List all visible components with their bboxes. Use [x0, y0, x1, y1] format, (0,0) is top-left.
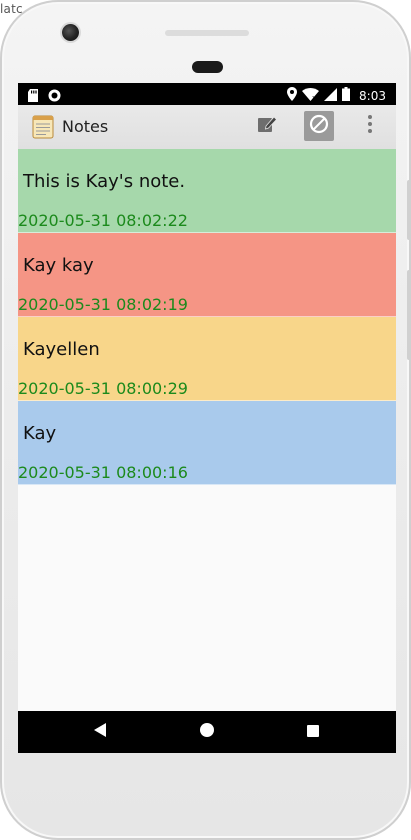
- recents-button[interactable]: [303, 722, 323, 742]
- search-icon: [308, 113, 330, 139]
- location-icon: [287, 86, 298, 105]
- note-date: 2020-05-31 08:02:22: [18, 211, 188, 230]
- search-button[interactable]: [304, 111, 334, 141]
- signal-icon: [324, 86, 338, 105]
- navigation-bar: [18, 711, 396, 753]
- earpiece: [165, 30, 249, 36]
- status-bar: x 8:03: [18, 83, 396, 105]
- app-title: Notes: [62, 117, 109, 136]
- note-date: 2020-05-31 08:00:29: [18, 379, 188, 398]
- note-item[interactable]: This is Kay's note. 2020-05-31 08:02:22: [18, 149, 396, 233]
- action-bar: Notes: [18, 105, 396, 150]
- phone-frame: x 8:03 Notes This is Kay's note. 2020-05…: [0, 0, 411, 840]
- volume-button: [407, 270, 411, 360]
- note-item[interactable]: Kayellen 2020-05-31 08:00:29: [18, 317, 396, 401]
- sd-card-icon: [28, 87, 38, 106]
- front-camera: [62, 24, 79, 41]
- notes-app-icon: [32, 115, 54, 139]
- note-date: 2020-05-31 08:02:19: [18, 295, 188, 314]
- new-note-icon: [257, 115, 278, 137]
- back-icon: [92, 722, 108, 742]
- device-screen: x 8:03 Notes This is Kay's note. 2020-05…: [18, 83, 396, 753]
- note-item[interactable]: Kay kay 2020-05-31 08:02:19: [18, 233, 396, 317]
- battery-icon: [342, 86, 351, 105]
- overflow-menu-button[interactable]: [355, 111, 385, 141]
- notification-dot-icon: [48, 87, 61, 106]
- notes-list: This is Kay's note. 2020-05-31 08:02:22 …: [18, 149, 396, 485]
- overflow-menu-icon: [367, 114, 373, 138]
- note-date: 2020-05-31 08:00:16: [18, 463, 188, 482]
- power-button: [407, 180, 411, 240]
- svg-text:x: x: [312, 94, 316, 101]
- note-title: This is Kay's note.: [23, 171, 186, 192]
- wifi-icon: x: [302, 86, 320, 105]
- note-title: Kay kay: [23, 255, 94, 276]
- home-icon: [199, 722, 215, 742]
- recents-icon: [306, 723, 320, 742]
- note-title: Kay: [23, 423, 57, 444]
- note-item[interactable]: Kay 2020-05-31 08:00:16: [18, 401, 396, 485]
- home-button[interactable]: [197, 722, 217, 742]
- status-time: 8:03: [359, 88, 386, 103]
- note-title: Kayellen: [23, 339, 100, 360]
- new-note-button[interactable]: [252, 111, 282, 141]
- back-button[interactable]: [90, 722, 110, 742]
- speaker-grille: [192, 61, 223, 73]
